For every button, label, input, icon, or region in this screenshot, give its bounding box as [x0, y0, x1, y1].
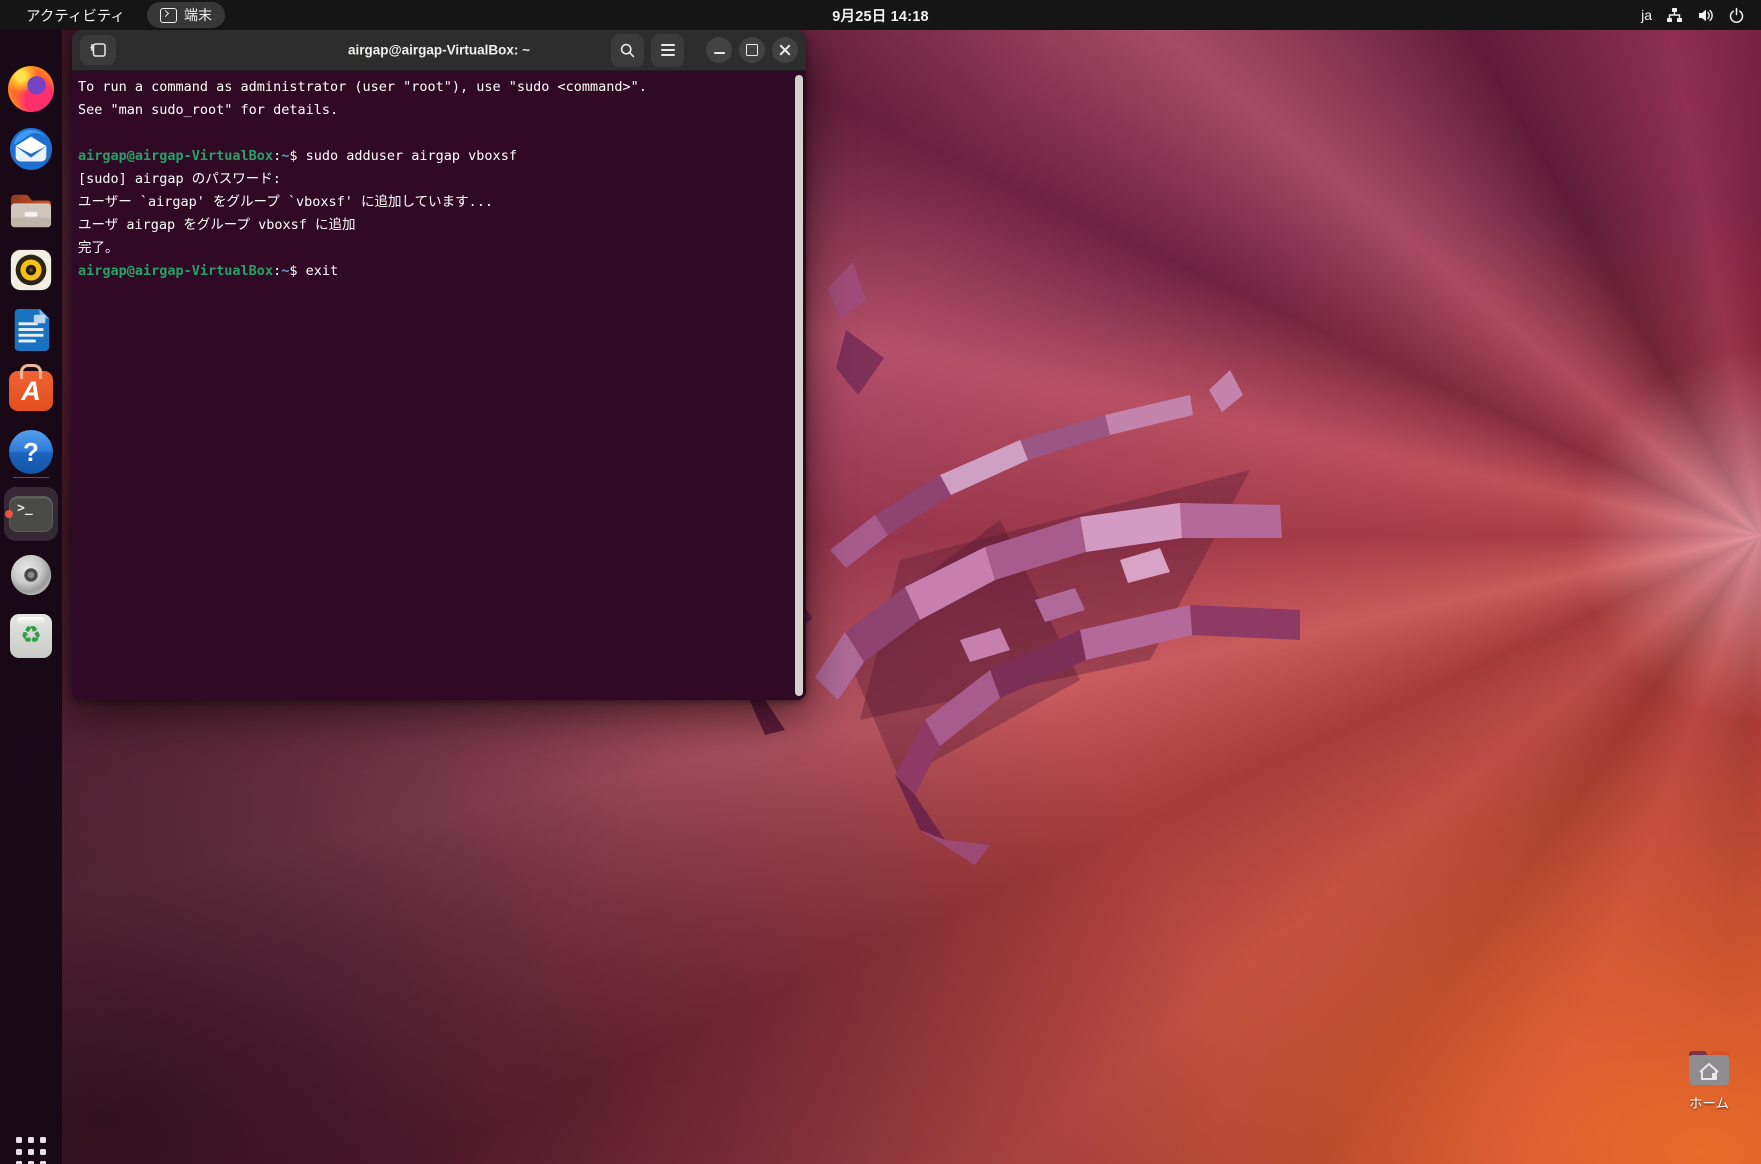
top-bar: アクティビティ 端末 9月25日 14:18 ja: [0, 0, 1761, 30]
home-folder-shortcut[interactable]: ホーム: [1672, 1042, 1746, 1112]
clock[interactable]: 9月25日 14:18: [832, 5, 929, 26]
network-wired-icon[interactable]: [1666, 7, 1683, 24]
terminal-window: airgap@airgap-VirtualBox: ~: [72, 30, 806, 700]
menu-button[interactable]: [651, 34, 684, 67]
terminal-line: To run a command as administrator (user …: [78, 76, 792, 99]
help-glyph: ?: [23, 437, 39, 468]
software-letter: A: [21, 376, 41, 407]
thunderbird-icon: [8, 126, 54, 172]
help-icon: ?: [9, 430, 53, 474]
focused-app-indicator[interactable]: 端末: [147, 2, 225, 28]
new-tab-button[interactable]: [80, 35, 116, 65]
recycle-glyph: ♻: [20, 624, 42, 648]
terminal-line: ユーザー `airgap' をグループ `vboxsf' に追加しています...: [78, 191, 792, 214]
app-grid-icon: [16, 1137, 46, 1164]
close-button[interactable]: [772, 37, 798, 63]
trash-icon: ♻: [10, 614, 52, 658]
dock-ubuntu-software-button[interactable]: A: [4, 364, 58, 418]
search-button[interactable]: [611, 34, 644, 67]
terminal-prompt-glyph: >_: [17, 501, 33, 516]
close-icon: [779, 44, 791, 56]
minimize-button[interactable]: [706, 37, 732, 63]
terminal-body[interactable]: To run a command as administrator (user …: [72, 71, 806, 700]
dock-terminal-button[interactable]: >_: [4, 487, 58, 541]
running-indicator-dot: [5, 510, 13, 518]
terminal-line: [sudo] airgap のパスワード:: [78, 168, 792, 191]
minimize-icon: [714, 52, 725, 54]
dock-help-button[interactable]: ?: [4, 425, 58, 479]
terminal-titlebar[interactable]: airgap@airgap-VirtualBox: ~: [72, 30, 806, 71]
dock-thunderbird-button[interactable]: [4, 122, 58, 176]
hamburger-icon: [661, 44, 675, 56]
terminal-line: airgap@airgap-VirtualBox:~$ sudo adduser…: [78, 145, 792, 168]
dock-libreoffice-writer-button[interactable]: [4, 303, 58, 357]
terminal-line: ユーザ airgap をグループ vboxsf に追加: [78, 214, 792, 237]
ubuntu-software-icon: A: [9, 371, 53, 411]
terminal-scrollbar[interactable]: [795, 75, 803, 696]
dock: A ? >_ ♻: [0, 30, 62, 1164]
dock-rhythmbox-button[interactable]: [4, 243, 58, 297]
dock-trash-button[interactable]: ♻: [4, 609, 58, 663]
terminal-line: airgap@airgap-VirtualBox:~$ exit: [78, 260, 792, 283]
dock-separator: [13, 477, 49, 478]
dock-cd-drive-button[interactable]: [4, 548, 58, 602]
libreoffice-writer-icon: [9, 307, 53, 353]
maximize-icon: [746, 44, 758, 56]
terminal-app-icon: >_: [9, 496, 53, 532]
home-folder-icon: [1682, 1042, 1736, 1088]
rhythmbox-icon: [8, 247, 54, 293]
terminal-line: [78, 122, 792, 145]
desktop: { "topbar": { "activities_label": "アクティビ…: [0, 0, 1761, 1164]
terminal-line: See "man sudo_root" for details.: [78, 99, 792, 122]
new-tab-icon: [90, 43, 106, 57]
dock-firefox-button[interactable]: [4, 62, 58, 116]
focused-app-label: 端末: [184, 5, 212, 25]
dock-files-button[interactable]: [4, 183, 58, 237]
terminal-output: To run a command as administrator (user …: [78, 76, 792, 283]
activities-button[interactable]: アクティビティ: [20, 3, 131, 28]
window-title: airgap@airgap-VirtualBox: ~: [348, 43, 530, 58]
volume-icon[interactable]: [1697, 7, 1714, 24]
maximize-button[interactable]: [739, 37, 765, 63]
power-icon[interactable]: [1728, 7, 1745, 24]
firefox-icon: [8, 66, 54, 112]
home-folder-label: ホーム: [1672, 1092, 1746, 1112]
show-apps-button[interactable]: [4, 1125, 58, 1164]
terminal-line: 完了。: [78, 237, 792, 260]
terminal-icon: [160, 8, 177, 23]
search-icon: [620, 43, 635, 58]
cd-drive-icon: [8, 552, 54, 598]
input-method-indicator[interactable]: ja: [1641, 7, 1652, 23]
files-icon: [7, 189, 55, 231]
